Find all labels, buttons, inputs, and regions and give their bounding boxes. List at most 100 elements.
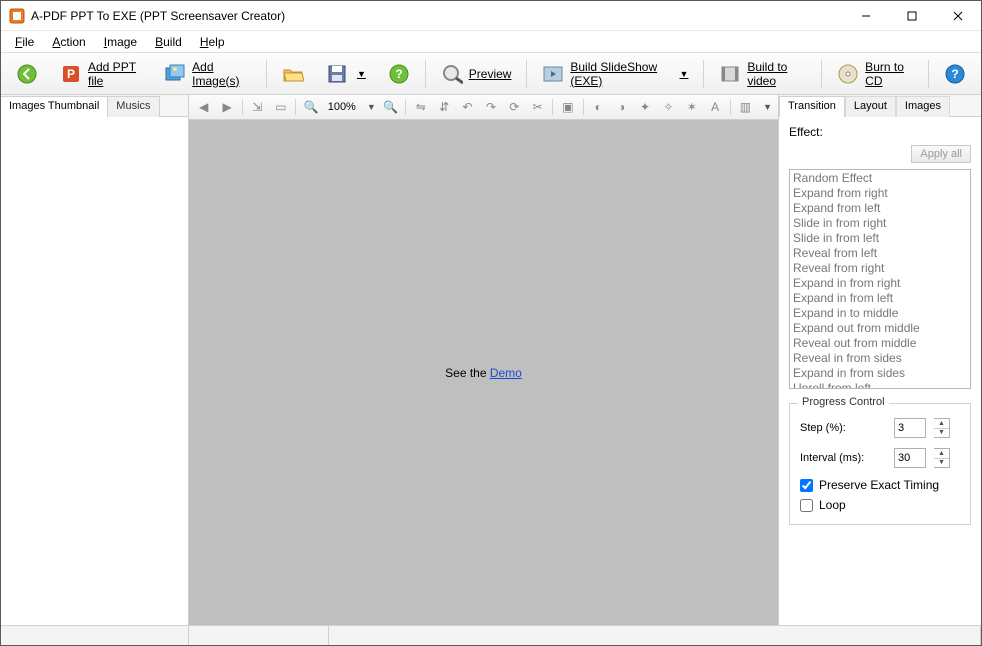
menubar: File Action Image Build Help [1,31,981,53]
flip-h-icon[interactable]: ⇋ [412,97,429,117]
effect-item[interactable]: Expand in from right [793,276,967,291]
menu-help[interactable]: Help [192,33,233,51]
minimize-button[interactable] [843,1,889,31]
effect-item[interactable]: Random Effect [793,171,967,186]
canvas-area[interactable]: See the Demo [189,120,778,625]
rotate-left-icon[interactable]: ↶ [459,97,476,117]
transition-panel: Effect: Apply all Random EffectExpand fr… [779,117,981,625]
build-video-label: Build to video [747,60,806,88]
close-button[interactable] [935,1,981,31]
contrast-up-icon[interactable]: ◐ [590,97,607,117]
zoom-in-icon[interactable]: 🔍 [302,97,319,117]
interval-spinner[interactable]: ▲▼ [934,448,950,468]
spin-down-icon[interactable]: ▼ [934,459,949,468]
fit-page-icon[interactable]: ▭ [272,97,289,117]
demo-link[interactable]: Demo [490,366,522,380]
flip-v-icon[interactable]: ⇵ [435,97,452,117]
help-toolbar-button[interactable]: ? [381,58,417,90]
menu-file[interactable]: File [7,33,42,51]
cd-icon [837,63,859,85]
rotate-right-icon[interactable]: ↷ [482,97,499,117]
effect-item[interactable]: Reveal out from middle [793,336,967,351]
preserve-timing-label[interactable]: Preserve Exact Timing [819,478,939,492]
save-icon [326,63,348,85]
statusbar [1,625,981,645]
effect-item[interactable]: Expand in to middle [793,306,967,321]
sparkle-icon[interactable]: ✶ [683,97,700,117]
separator [583,99,584,115]
loop-label[interactable]: Loop [819,498,846,512]
wand-icon[interactable]: ✦ [636,97,653,117]
zoom-out-icon[interactable]: 🔍 [382,97,399,117]
progress-control-group: Progress Control Step (%): ▲▼ Interval (… [789,403,971,525]
left-panel: Images Thumbnail Musics [1,95,189,625]
add-images-button[interactable]: Add Image(s) [157,55,258,93]
menu-action[interactable]: Action [44,33,93,51]
tab-musics[interactable]: Musics [108,96,159,117]
main-toolbar: P Add PPT file Add Image(s) ▼ ? Preview … [1,53,981,95]
effect-item[interactable]: Expand from right [793,186,967,201]
svg-text:P: P [67,67,75,81]
tab-images-thumbnail[interactable]: Images Thumbnail [1,96,108,117]
save-button[interactable]: ▼ [319,58,373,90]
help-blue-button[interactable]: ? [937,58,973,90]
burn-cd-button[interactable]: Burn to CD [830,55,920,93]
effect-item[interactable]: Reveal from left [793,246,967,261]
back-button[interactable] [9,58,45,90]
effect-item[interactable]: Reveal in from sides [793,351,967,366]
step-input[interactable] [894,418,926,438]
apply-all-button[interactable]: Apply all [911,145,971,163]
step-spinner[interactable]: ▲▼ [934,418,950,438]
compare-icon[interactable]: ▥ [737,97,754,117]
thumbnail-list[interactable] [1,117,188,625]
wand2-icon[interactable]: ✧ [660,97,677,117]
refresh-icon[interactable]: ⟳ [506,97,523,117]
interval-input[interactable] [894,448,926,468]
menu-build[interactable]: Build [147,33,190,51]
effect-list[interactable]: Random EffectExpand from rightExpand fro… [789,169,971,389]
body: Images Thumbnail Musics ◀ ▶ ⇲ ▭ 🔍 100% ▼… [1,95,981,625]
app-icon [9,8,25,24]
nav-next-icon[interactable]: ▶ [218,97,235,117]
add-ppt-button[interactable]: P Add PPT file [53,55,149,93]
build-video-button[interactable]: Build to video [712,55,813,93]
select-rect-icon[interactable]: ▣ [559,97,576,117]
effect-item[interactable]: Expand out from middle [793,321,967,336]
loop-checkbox[interactable] [800,499,813,512]
text-icon[interactable]: A [706,97,723,117]
preserve-timing-checkbox[interactable] [800,479,813,492]
tab-transition[interactable]: Transition [779,96,845,117]
spin-up-icon[interactable]: ▲ [934,419,949,429]
fit-width-icon[interactable]: ⇲ [249,97,266,117]
effect-item[interactable]: Reveal from right [793,261,967,276]
build-slideshow-button[interactable]: Build SlideShow (EXE) ▼ [535,55,695,93]
effect-label: Effect: [789,125,971,139]
preview-button[interactable]: Preview [434,58,519,90]
crop-icon[interactable]: ✂ [529,97,546,117]
effect-item[interactable]: Expand in from left [793,291,967,306]
titlebar: A-PDF PPT To EXE (PPT Screensaver Creato… [1,1,981,31]
left-tabs: Images Thumbnail Musics [1,95,188,117]
tab-images[interactable]: Images [896,96,950,117]
right-panel: Transition Layout Images Effect: Apply a… [779,95,981,625]
effect-item[interactable]: Slide in from left [793,231,967,246]
open-folder-button[interactable] [275,58,311,90]
separator [552,99,553,115]
right-tabs: Transition Layout Images [779,95,981,117]
chevron-down-icon[interactable]: ▼ [763,102,772,112]
effect-item[interactable]: Slide in from right [793,216,967,231]
toolbar-separator [928,60,929,88]
build-slideshow-label: Build SlideShow (EXE) [570,60,670,88]
tab-layout[interactable]: Layout [845,96,896,117]
contrast-down-icon[interactable]: ◑ [613,97,630,117]
effect-item[interactable]: Expand from left [793,201,967,216]
maximize-button[interactable] [889,1,935,31]
spin-down-icon[interactable]: ▼ [934,429,949,438]
nav-prev-icon[interactable]: ◀ [195,97,212,117]
status-cell-2 [189,626,329,645]
effect-item[interactable]: Unroll from left [793,381,967,389]
spin-up-icon[interactable]: ▲ [934,449,949,459]
menu-image[interactable]: Image [96,33,145,51]
effect-item[interactable]: Expand in from sides [793,366,967,381]
chevron-down-icon[interactable]: ▼ [367,102,376,112]
